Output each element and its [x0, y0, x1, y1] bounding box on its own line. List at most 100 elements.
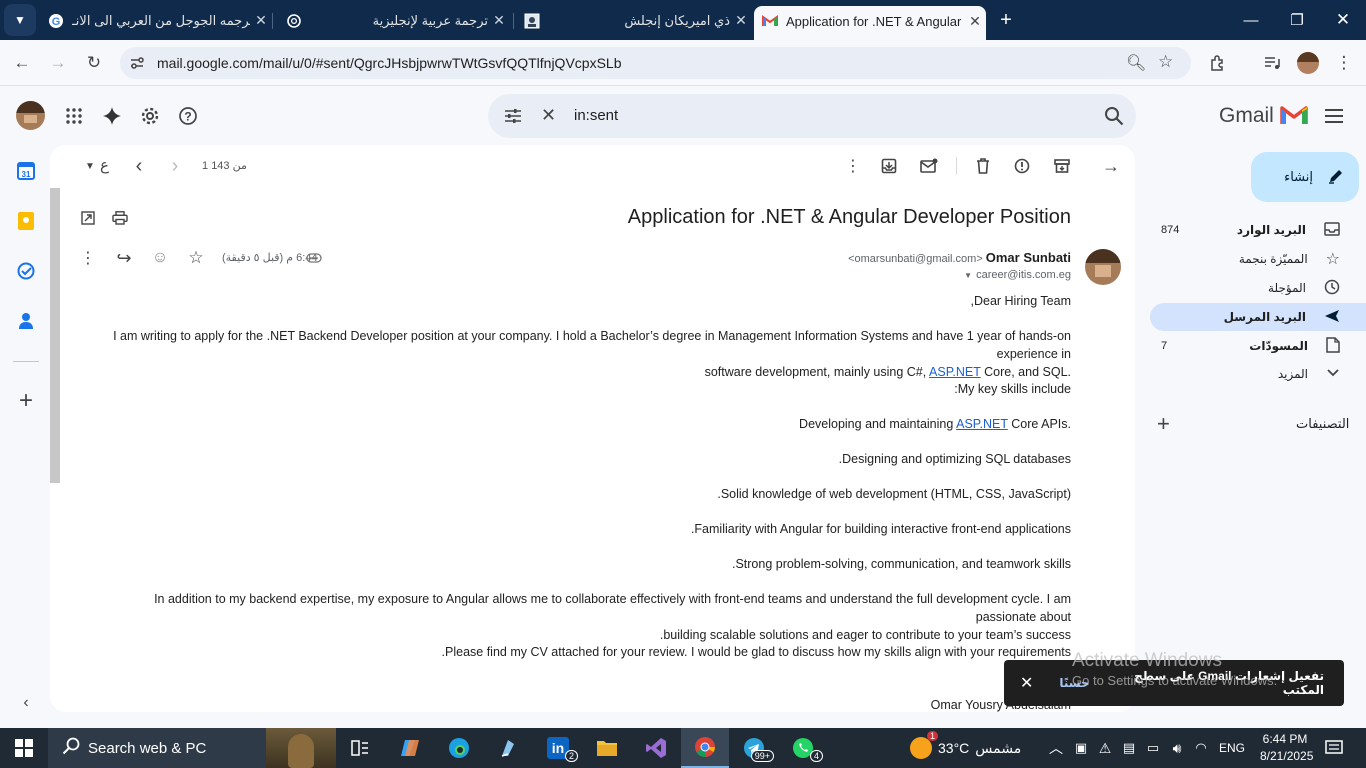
whatsapp-app-icon[interactable]: 4: [779, 728, 827, 768]
message-more-kebab-icon[interactable]: ⋮: [72, 242, 104, 274]
search-options-tune-icon[interactable]: [503, 106, 523, 126]
telegram-app-icon[interactable]: 99+: [730, 728, 778, 768]
browser-tab-google-translate[interactable]: G ترجمه الجوجل من العربي الى الانـ ✕: [40, 6, 272, 35]
bookmark-star-icon[interactable]: ☆: [1158, 52, 1173, 72]
keep-app-icon[interactable]: [12, 207, 40, 235]
delete-trash-icon[interactable]: [967, 150, 999, 182]
close-tab-icon[interactable]: ✕: [488, 12, 510, 29]
nav-item-sent[interactable]: البريد المرسل: [1150, 303, 1366, 331]
nav-item-inbox[interactable]: 874 البريد الوارد: [1150, 216, 1366, 244]
older-chevron-right-icon[interactable]: ›: [159, 150, 191, 182]
site-info-icon[interactable]: [128, 54, 146, 72]
window-minimize-icon[interactable]: —: [1228, 0, 1274, 40]
mail-search-bar[interactable]: ✕ in:sent: [488, 94, 1136, 138]
back-arrow-icon[interactable]: ←: [6, 47, 38, 79]
sender-email[interactable]: <omarsunbati@gmail.com>: [848, 253, 983, 265]
mark-unread-icon[interactable]: [913, 150, 945, 182]
create-label-plus-icon[interactable]: +: [1157, 411, 1170, 437]
forward-arrow-icon[interactable]: →: [42, 47, 74, 79]
forward-arrow-icon[interactable]: ↪: [108, 242, 140, 274]
window-close-icon[interactable]: ✕: [1320, 0, 1366, 40]
google-apps-grid-icon[interactable]: [54, 96, 94, 136]
archive-icon[interactable]: [1046, 150, 1078, 182]
scrollbar-thumb[interactable]: [50, 188, 60, 483]
newer-chevron-left-icon[interactable]: ‹: [123, 150, 155, 182]
help-question-icon[interactable]: ?: [168, 96, 208, 136]
chrome-browser-icon[interactable]: [681, 728, 729, 768]
show-hidden-icons-chevron-icon[interactable]: ︿: [1044, 728, 1068, 768]
close-tab-icon[interactable]: ✕: [964, 13, 986, 30]
main-menu-hamburger-icon[interactable]: [1314, 96, 1354, 136]
close-tab-icon[interactable]: ✕: [250, 12, 272, 29]
sender-avatar[interactable]: [1085, 249, 1121, 285]
sender-name[interactable]: Omar Sunbati: [986, 250, 1071, 265]
extensions-icon[interactable]: [1202, 47, 1234, 79]
star-message-icon[interactable]: ☆: [180, 242, 212, 274]
gemini-sparkle-icon[interactable]: [92, 96, 132, 136]
collapse-side-panel-chevron-icon[interactable]: ‹: [12, 689, 40, 717]
taskbar-clock[interactable]: 6:44 PM 8/21/2025: [1260, 731, 1313, 765]
tray-wifi-icon[interactable]: ◠: [1190, 728, 1212, 768]
address-bar[interactable]: mail.google.com/mail/u/0/#sent/QgrcJHsbj…: [120, 47, 1191, 79]
more-actions-kebab-icon[interactable]: ⋮: [837, 150, 869, 182]
file-explorer-icon[interactable]: [583, 728, 631, 768]
settings-gear-icon[interactable]: [130, 96, 170, 136]
profile-avatar[interactable]: [1297, 52, 1319, 74]
search-icon[interactable]: [1104, 106, 1124, 126]
tasks-app-icon[interactable]: [12, 257, 40, 285]
calendar-app-icon[interactable]: 31: [12, 157, 40, 185]
open-in-new-window-icon[interactable]: [72, 202, 104, 234]
clear-search-close-icon[interactable]: ✕: [541, 105, 556, 126]
copilot-icon[interactable]: [386, 728, 434, 768]
close-tab-icon[interactable]: ✕: [730, 12, 752, 29]
back-to-sent-arrow-icon[interactable]: →: [1095, 150, 1127, 182]
gmail-logo-icon[interactable]: [1280, 104, 1308, 126]
browser-menu-kebab-icon[interactable]: ⋮: [1328, 47, 1360, 79]
tray-network-warning-icon[interactable]: ⚠: [1094, 728, 1116, 768]
edge-browser-icon[interactable]: [435, 728, 483, 768]
google-icon: G: [48, 13, 64, 29]
browser-tab-american-english[interactable]: ذي اميريكان إنجلش ✕: [516, 6, 752, 35]
nav-item-drafts[interactable]: 7 المسودّات: [1150, 332, 1366, 360]
search-query-text[interactable]: in:sent: [574, 107, 618, 124]
toast-close-icon[interactable]: ✕: [1020, 673, 1033, 693]
reload-icon[interactable]: ↻: [78, 47, 110, 79]
notepad-app-icon[interactable]: [484, 728, 532, 768]
recipient-line[interactable]: ▼ career@itis.com.eg: [964, 269, 1071, 281]
aspnet-link[interactable]: ASP.NET: [956, 417, 1008, 431]
nav-item-snoozed[interactable]: المؤجلة: [1150, 274, 1366, 302]
action-center-notification-icon[interactable]: [1316, 728, 1352, 768]
input-tools-language-char[interactable]: ع: [100, 156, 109, 174]
new-tab-plus-icon[interactable]: +: [990, 4, 1022, 36]
tray-camera-icon[interactable]: ▣: [1070, 728, 1092, 768]
window-restore-icon[interactable]: ❐: [1274, 0, 1320, 40]
print-icon[interactable]: [104, 202, 136, 234]
browser-tab-chatgpt[interactable]: ترجمة عربية لإنجليزية ✕: [278, 6, 510, 35]
add-reaction-emoji-icon[interactable]: ☺: [144, 242, 176, 274]
nav-item-starred[interactable]: المميّزة بنجمة ☆: [1150, 245, 1366, 273]
browser-tab-gmail-active[interactable]: Application for .NET & Angular ✕: [754, 6, 986, 40]
tab-search-chevron-icon[interactable]: ▼: [4, 4, 36, 36]
tray-display-icon[interactable]: ▤: [1118, 728, 1140, 768]
move-to-icon[interactable]: [873, 150, 905, 182]
media-control-icon[interactable]: [1256, 47, 1288, 79]
linkedin-app-icon[interactable]: in 2: [534, 728, 582, 768]
contacts-app-icon[interactable]: [12, 307, 40, 335]
zoom-search-icon[interactable]: 🔍︎: [1126, 53, 1146, 73]
account-avatar[interactable]: [16, 101, 45, 130]
input-language-indicator[interactable]: ENG: [1219, 741, 1245, 755]
aspnet-link[interactable]: ASP.NET: [929, 365, 981, 379]
taskbar-search-box[interactable]: Search web & PC: [48, 728, 336, 768]
tray-battery-icon[interactable]: ▭: [1142, 728, 1164, 768]
compose-button[interactable]: إنشاء: [1251, 152, 1359, 202]
recipient-details-chevron-icon[interactable]: ▼: [964, 271, 972, 280]
tray-volume-icon[interactable]: 🔊︎: [1166, 728, 1188, 768]
weather-widget[interactable]: 1 33°C مشمس: [910, 728, 1040, 768]
tab-separator: [513, 13, 514, 29]
windows-start-icon[interactable]: [0, 728, 48, 768]
report-spam-icon[interactable]: [1006, 150, 1038, 182]
task-view-icon[interactable]: [336, 728, 384, 768]
nav-item-more[interactable]: المزيد: [1150, 360, 1366, 388]
add-app-plus-icon[interactable]: +: [12, 387, 40, 415]
visual-studio-icon[interactable]: [632, 728, 680, 768]
